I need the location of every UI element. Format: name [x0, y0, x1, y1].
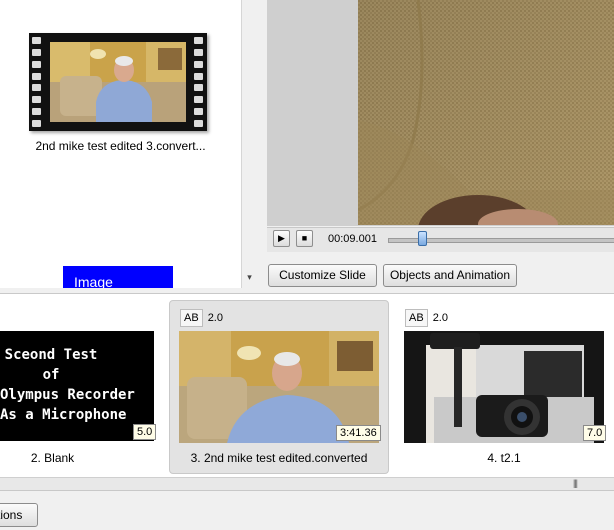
- film-sprocket-icon: [31, 37, 43, 127]
- slide-duration[interactable]: 5.0: [133, 424, 157, 440]
- footer-bar: [0, 490, 614, 530]
- objects-animation-button[interactable]: Objects and Animation: [383, 264, 517, 287]
- transition-duration: 2.0: [432, 312, 448, 324]
- slide-duration[interactable]: 3:41.36: [336, 425, 381, 441]
- slide-duration[interactable]: 7.0: [583, 425, 607, 441]
- scrollbar-grip-icon[interactable]: |||: [573, 478, 578, 488]
- storyboard-scrollbar[interactable]: [0, 477, 614, 491]
- image-tile[interactable]: Image: [63, 266, 173, 288]
- image-tile-label: Image: [74, 274, 113, 288]
- scroll-down-arrow-icon[interactable]: ▾: [242, 270, 257, 285]
- slide-thumbnail[interactable]: [404, 331, 604, 443]
- play-icon: ▶: [278, 233, 285, 243]
- slide-text: Sceond Test of Olympus Recorder As a Mic…: [0, 345, 135, 425]
- thumbnail-caption: 2nd mike test edited 3.convert...: [35, 139, 206, 153]
- slide-text-line: As a Microphone: [0, 407, 127, 423]
- time-display: 00:09.001: [328, 233, 377, 245]
- transition-indicator[interactable]: AB 2.0: [180, 309, 223, 327]
- slide-text-line: Olympus Recorder: [0, 387, 135, 403]
- slide-caption: 3. 2nd mike test edited.converted: [190, 451, 368, 465]
- slide-text-line: of: [42, 367, 60, 383]
- film-sprocket-icon: [193, 37, 205, 127]
- transition-indicator[interactable]: AB 2.0: [405, 309, 448, 327]
- timeline-slider-thumb[interactable]: [417, 231, 427, 246]
- transition-ab-icon: AB: [180, 309, 203, 327]
- thumbnail-image: [50, 42, 186, 122]
- customize-slide-button[interactable]: Customize Slide: [268, 264, 377, 287]
- slide-caption: 2. Blank: [30, 451, 75, 465]
- browser-scrollbar[interactable]: [241, 0, 259, 288]
- options-button[interactable]: tions: [0, 503, 38, 527]
- play-button[interactable]: ▶: [273, 230, 290, 247]
- stop-icon: ■: [301, 233, 308, 243]
- slide-text-line: Sceond Test: [4, 347, 98, 363]
- slide-caption: 4. t2.1: [487, 451, 521, 465]
- video-thumbnail[interactable]: [29, 33, 207, 131]
- transition-ab-icon: AB: [405, 309, 428, 327]
- video-preview: [358, 0, 614, 225]
- transition-duration: 2.0: [207, 312, 223, 324]
- stop-button[interactable]: ■: [296, 230, 313, 247]
